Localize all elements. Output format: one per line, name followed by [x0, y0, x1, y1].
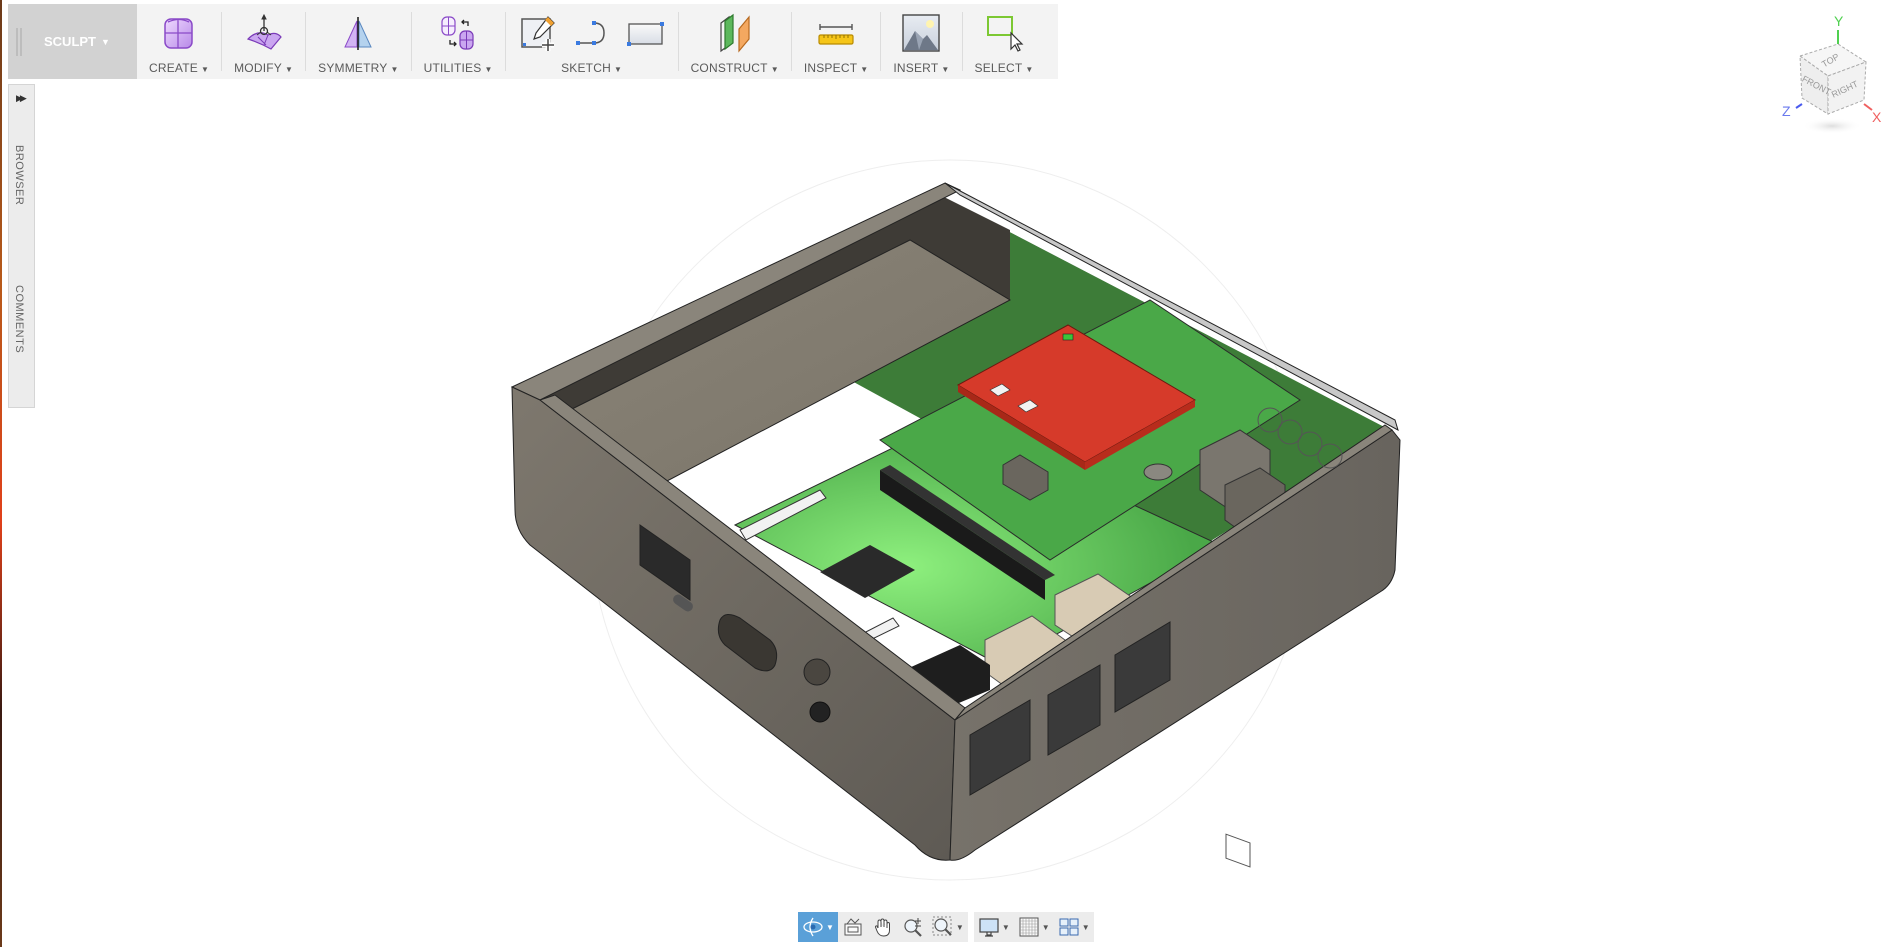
audio-cutout	[803, 658, 831, 686]
x-axis-label: X	[1872, 109, 1882, 125]
z-axis-label: Z	[1782, 103, 1791, 119]
look-at-button[interactable]	[838, 912, 868, 942]
group-label-modify: MODIFY	[234, 61, 282, 75]
chevron-down-icon: ▼	[613, 65, 623, 74]
create-sketch-icon[interactable]	[518, 13, 558, 53]
pan-button[interactable]	[868, 912, 898, 942]
convert-icon	[441, 16, 474, 50]
display-settings-button[interactable]: ▼	[974, 912, 1014, 942]
chevron-down-icon: ▼	[941, 65, 950, 74]
toolbar-group-construct[interactable]: CONSTRUCT ▼	[679, 4, 791, 79]
look-at-icon	[844, 918, 862, 936]
orbit-icon	[803, 917, 823, 937]
toolbar-group-modify[interactable]: MODIFY ▼	[222, 4, 305, 79]
orbit-button[interactable]: ▼	[798, 912, 838, 942]
pan-hand-icon	[874, 918, 890, 937]
box-icon	[164, 18, 193, 49]
chevron-down-icon: ▼	[770, 65, 779, 74]
edit-form-icon	[246, 13, 282, 50]
desktop-edge-strip	[0, 0, 2, 947]
toolbar-grip-handle[interactable]	[16, 28, 22, 56]
window-select-icon	[987, 16, 1024, 52]
toolbar-group-utilities[interactable]: UTILITIES ▼	[412, 4, 505, 79]
chevron-down-icon[interactable]: ▼	[826, 923, 834, 932]
chevron-down-icon: ▼	[101, 36, 110, 47]
group-label-construct: CONSTRUCT	[690, 61, 768, 75]
zoom-window-button[interactable]: ▼	[928, 912, 968, 942]
z-axis-line	[1795, 103, 1803, 109]
chevron-down-icon: ▼	[484, 65, 493, 74]
rectangle-icon[interactable]	[626, 13, 666, 53]
expand-panel-icon[interactable]: ▶▶	[16, 93, 27, 104]
viewport-model[interactable]	[480, 150, 1440, 890]
viewports-icon	[1059, 918, 1079, 936]
group-label-insert: INSERT	[893, 61, 939, 75]
toolbar-group-select[interactable]: SELECT ▼	[963, 4, 1046, 79]
toolbar-group-sketch[interactable]: SKETCH ▼	[506, 4, 678, 79]
chevron-down-icon: ▼	[390, 65, 399, 74]
x-axis-line	[1863, 103, 1873, 111]
zoom-button[interactable]	[898, 912, 928, 942]
spline-icon[interactable]	[572, 13, 612, 53]
zoom-window-icon	[932, 916, 952, 936]
display-settings-icon	[979, 918, 999, 937]
mirror-icon	[344, 17, 373, 50]
chevron-down-icon: ▼	[1025, 65, 1034, 74]
group-label-utilities: UTILITIES	[423, 61, 482, 75]
chevron-down-icon[interactable]: ▼	[1042, 923, 1050, 932]
toolbar-group-create[interactable]: CREATE ▼	[137, 4, 221, 79]
chevron-down-icon: ▼	[284, 65, 294, 74]
grid-snaps-button[interactable]: ▼	[1014, 912, 1054, 942]
viewcube-shadow	[1802, 118, 1862, 134]
navigation-bar: ▼ ▼ ▼ ▼ ▼	[798, 912, 1094, 942]
group-label-sketch: SKETCH	[561, 61, 611, 75]
workspace-label: SCULPT	[44, 34, 96, 49]
group-label-inspect: INSPECT	[803, 61, 858, 75]
grid-icon	[1019, 917, 1039, 937]
measure-icon	[818, 24, 854, 45]
capacitor	[1143, 463, 1173, 481]
main-toolbar: SCULPT ▼ CREATE ▼ MODIFY ▼ SYMMETRY ▼ UT…	[8, 4, 1058, 79]
zoom-icon	[904, 918, 922, 937]
group-label-create: CREATE	[149, 61, 198, 75]
chevron-down-icon[interactable]: ▼	[1082, 923, 1090, 932]
toolbar-group-inspect[interactable]: INSPECT ▼	[792, 4, 881, 79]
navbar-view-group: ▼ ▼	[798, 912, 968, 942]
workspace-switcher[interactable]: SCULPT ▼	[8, 4, 137, 79]
offset-plane-icon	[720, 13, 750, 53]
hat-led	[1062, 333, 1074, 341]
chevron-down-icon[interactable]: ▼	[956, 923, 964, 932]
chevron-down-icon: ▼	[860, 65, 869, 74]
group-label-symmetry: SYMMETRY	[318, 61, 388, 75]
y-axis-label: Y	[1834, 13, 1844, 29]
browser-comments-panel: ▶▶ BROWSER COMMENTS	[8, 84, 35, 408]
viewports-button[interactable]: ▼	[1054, 912, 1094, 942]
audio-jack	[809, 701, 831, 723]
insert-image-icon	[902, 14, 941, 52]
toolbar-group-insert[interactable]: INSERT ▼	[881, 4, 961, 79]
group-label-select: SELECT	[974, 61, 1023, 75]
tab-comments[interactable]: COMMENTS	[13, 285, 25, 353]
chevron-down-icon: ▼	[200, 65, 210, 74]
toolbar-group-symmetry[interactable]: SYMMETRY ▼	[306, 4, 411, 79]
navbar-display-group: ▼ ▼ ▼	[973, 912, 1094, 942]
chevron-down-icon[interactable]: ▼	[1002, 923, 1010, 932]
tab-browser[interactable]: BROWSER	[13, 145, 25, 205]
viewcube[interactable]: TOP FRONT RIGHT Y Z X	[1760, 8, 1890, 138]
